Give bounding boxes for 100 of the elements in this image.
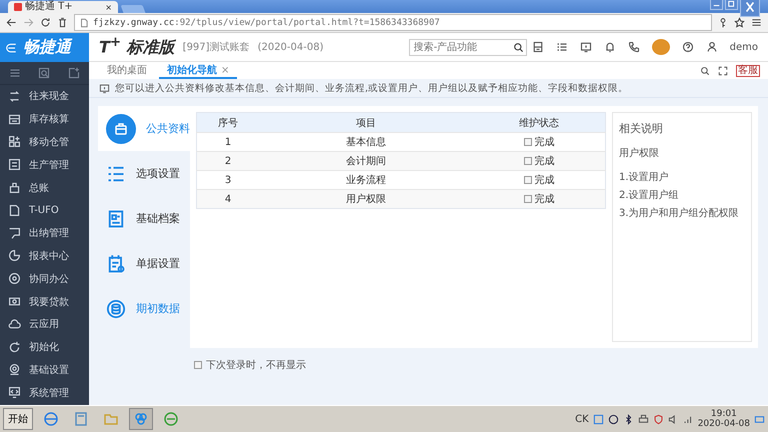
page-tab[interactable]: 初始化导航 ×: [159, 63, 238, 79]
sidebar-item[interactable]: T-UFO: [0, 198, 89, 222]
checklist-icon[interactable]: [556, 41, 568, 53]
back-arrow-icon[interactable]: [6, 42, 18, 54]
key-icon[interactable]: [718, 18, 728, 28]
help-step: 2.设置用户组: [619, 188, 745, 202]
help-step: 1.设置用户: [619, 170, 745, 184]
message-icon[interactable]: [580, 41, 592, 53]
column-header: 项目: [259, 112, 473, 132]
show-desktop-icon[interactable]: [754, 414, 765, 424]
target-icon: [8, 272, 21, 286]
sidebar-item[interactable]: 生产管理: [0, 153, 89, 176]
column-header: 序号: [196, 112, 259, 132]
file-icon: [8, 204, 21, 217]
banknote-icon: [8, 295, 21, 308]
trash-icon[interactable]: [57, 17, 68, 28]
address-field[interactable]: fjzkzy.gnway.cc:92/tplus/view/portal/portal.html?t=1586343368907: [74, 14, 712, 31]
sidebar-item[interactable]: 往来现金: [0, 85, 89, 108]
favicon-icon: [14, 3, 22, 11]
clock[interactable]: 19:01 2020-04-08: [698, 409, 750, 429]
add-window-icon[interactable]: [68, 67, 80, 79]
refresh-icon: [8, 340, 21, 354]
briefcase-icon: [113, 120, 129, 136]
search-icon[interactable]: [700, 66, 710, 76]
sidebar-item[interactable]: 初始化: [0, 336, 89, 359]
nav-item[interactable]: 选项设置: [98, 151, 190, 196]
menu-icon[interactable]: [751, 17, 762, 28]
shield-icon[interactable]: [652, 414, 664, 424]
account-name: [997]测试账套: [182, 40, 250, 54]
sidebar-item[interactable]: 协同办公: [0, 267, 89, 290]
grid-icon: [8, 135, 21, 148]
sidebar-item[interactable]: 出纳管理: [0, 222, 89, 245]
checkbox-label: 下次登录时，不再显示: [206, 358, 306, 372]
user-icon[interactable]: [706, 41, 718, 53]
database-icon: [106, 298, 126, 318]
box-icon: [8, 181, 21, 194]
brand-logo[interactable]: 畅捷通: [0, 33, 89, 62]
sidebar-item[interactable]: 系统管理: [0, 381, 89, 404]
nav-item[interactable]: 单据设置: [98, 241, 190, 286]
table-cell: 2: [196, 152, 259, 170]
bell-icon[interactable]: [604, 41, 616, 53]
sidebar-item[interactable]: 基础设置: [0, 358, 89, 382]
help-subtitle: 用户权限: [619, 146, 660, 160]
nav-item[interactable]: 基础档案: [98, 196, 190, 241]
checkbox[interactable]: [524, 157, 532, 165]
info-text: 您可以进入公共资料修改基本信息、会计期间、业务流程,或设置用户、用户组以及赋予相应功能、字段和数据权限。: [115, 82, 628, 94]
nav-item[interactable]: 公共资料: [98, 106, 190, 151]
page-tab[interactable]: 我的桌面: [99, 63, 155, 79]
sidebar-item[interactable]: 移动仓管: [0, 130, 89, 154]
arrows-icon: [8, 90, 21, 103]
phone-icon[interactable]: [628, 41, 640, 53]
restore-icon[interactable]: [725, 0, 738, 10]
start-button[interactable]: 开始: [3, 408, 33, 430]
table-cell: 会计期间: [259, 152, 473, 170]
minimize-icon[interactable]: [710, 0, 723, 10]
support-badge[interactable]: 客服: [736, 64, 760, 76]
back-icon[interactable]: [6, 17, 17, 28]
status-label: 完成: [534, 136, 554, 149]
sidebar-item[interactable]: 总账: [0, 176, 89, 199]
forward-icon[interactable]: [23, 17, 34, 28]
printer-icon[interactable]: [638, 414, 649, 424]
search-field[interactable]: 搜索-产品功能: [408, 38, 527, 56]
cloud-icon: [8, 318, 21, 331]
status-label: 完成: [534, 174, 554, 187]
table-cell: 4: [196, 190, 259, 208]
page-icon: [79, 18, 89, 28]
help-title: 相关说明: [619, 121, 664, 136]
monitor-icon: [8, 386, 21, 400]
column-header: 维护状态: [473, 112, 606, 132]
checkbox[interactable]: [524, 138, 532, 146]
checkbox[interactable]: [524, 176, 532, 184]
search-icon[interactable]: [38, 67, 50, 79]
language-indicator[interactable]: CK: [575, 414, 589, 424]
fullscreen-icon[interactable]: [718, 66, 728, 76]
sidebar-item[interactable]: 报表中心: [0, 244, 89, 268]
user-name[interactable]: demo: [730, 42, 758, 52]
webcam-icon: [8, 363, 21, 376]
browser-tab[interactable]: 畅捷通 T+ ×: [8, 1, 118, 13]
app-icon[interactable]: [129, 408, 153, 430]
contact-card-icon: [106, 208, 126, 228]
new-tab-button[interactable]: [120, 5, 146, 13]
reload-icon[interactable]: [40, 17, 51, 28]
help-step: 3.为用户和用户组分配权限: [619, 206, 745, 220]
account-date: (2020-04-08): [258, 42, 324, 52]
status-label: 完成: [534, 192, 554, 206]
checkbox[interactable]: [194, 361, 202, 369]
pie-icon: [8, 249, 21, 262]
sidebar-item[interactable]: 云应用: [0, 312, 89, 336]
product-name: T$^{+}$ 标准版: [99, 35, 175, 59]
calendar-icon: [106, 254, 126, 274]
monkey-mascot-icon[interactable]: [652, 39, 670, 55]
sidebar-item[interactable]: 我要贷款: [0, 290, 89, 313]
status-label: 完成: [534, 154, 554, 168]
tray-icon: [8, 112, 21, 126]
document-icon: [8, 158, 21, 172]
star-icon[interactable]: [734, 17, 745, 28]
message-icon: [99, 82, 110, 94]
checkbox[interactable]: [524, 195, 532, 203]
sidebar-item[interactable]: 库存核算: [0, 108, 89, 131]
table-cell: 用户权限: [259, 190, 473, 208]
